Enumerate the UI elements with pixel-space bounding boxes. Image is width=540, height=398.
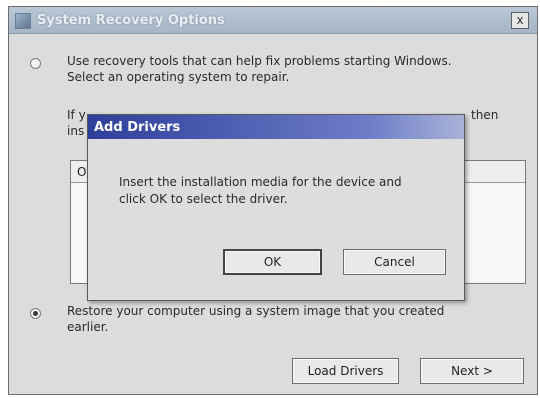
dialog-title-bar: Add Drivers	[88, 115, 464, 139]
cancel-button[interactable]: Cancel	[343, 249, 446, 275]
partial-text-line2: ins	[67, 124, 85, 138]
partial-text-start: If y	[67, 108, 86, 122]
add-drivers-dialog: Add Drivers Insert the installation medi…	[87, 114, 465, 301]
load-drivers-button[interactable]: Load Drivers	[292, 358, 399, 384]
restore-option-text: Restore your computer using a system ima…	[67, 304, 445, 334]
title-bar: System Recovery Options x	[9, 7, 537, 34]
recovery-app-icon	[15, 13, 31, 29]
repair-radio[interactable]	[30, 58, 41, 69]
repair-option-text: Use recovery tools that can help fix pro…	[67, 54, 452, 84]
ok-button[interactable]: OK	[223, 249, 322, 275]
next-button[interactable]: Next >	[420, 358, 524, 384]
window-title: System Recovery Options	[37, 13, 225, 28]
restore-radio[interactable]	[30, 308, 41, 319]
partial-text-end: then	[471, 108, 499, 122]
close-button[interactable]: x	[511, 12, 529, 29]
dialog-title: Add Drivers	[94, 120, 181, 135]
dialog-message: Insert the installation media for the de…	[119, 175, 402, 206]
